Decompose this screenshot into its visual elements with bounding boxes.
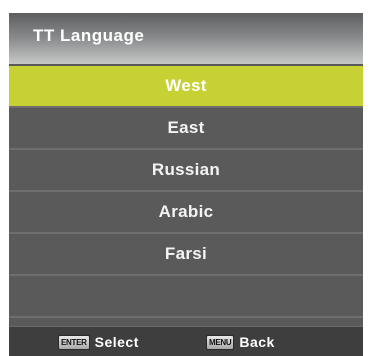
menu-footer: ENTER Select MENU Back xyxy=(9,326,363,356)
language-option-russian[interactable]: Russian xyxy=(9,150,363,192)
menu-key-icon: MENU xyxy=(206,334,235,350)
menu-title: TT Language xyxy=(33,26,145,45)
menu-header: TT Language xyxy=(9,13,363,64)
empty-list-slot xyxy=(9,276,363,318)
select-hint: ENTER Select xyxy=(58,334,139,350)
select-hint-label: Select xyxy=(94,334,139,350)
language-option-west[interactable]: West xyxy=(9,66,363,108)
back-hint-label: Back xyxy=(239,334,275,350)
tt-language-menu: TT Language West East Russian Arabic Far… xyxy=(9,13,363,356)
enter-key-icon: ENTER xyxy=(58,334,90,350)
language-option-farsi[interactable]: Farsi xyxy=(9,234,363,276)
language-list: West East Russian Arabic Farsi xyxy=(9,66,363,318)
language-option-east[interactable]: East xyxy=(9,108,363,150)
back-hint: MENU Back xyxy=(206,334,275,350)
language-option-arabic[interactable]: Arabic xyxy=(9,192,363,234)
